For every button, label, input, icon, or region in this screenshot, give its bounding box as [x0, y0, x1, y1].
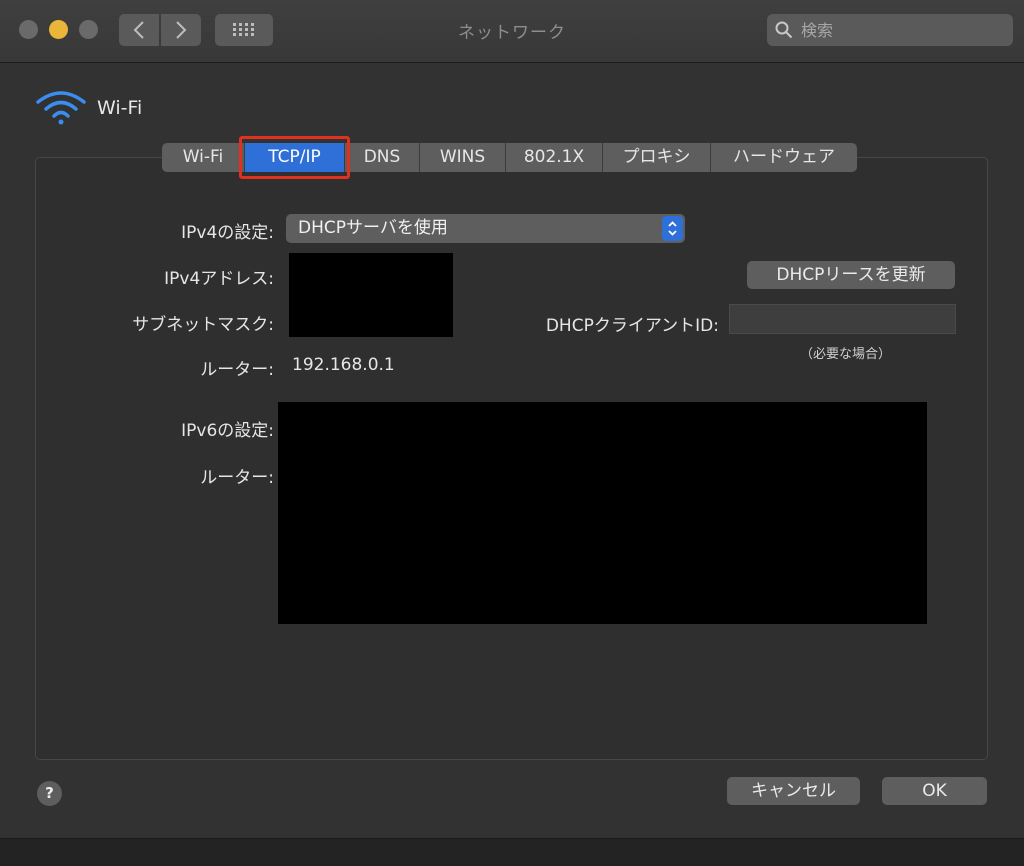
close-window-button[interactable]: [19, 20, 38, 39]
wifi-icon: [36, 91, 86, 125]
search-icon: [775, 21, 793, 39]
tab-proxies[interactable]: プロキシ: [603, 143, 711, 172]
search-box[interactable]: [767, 14, 1013, 46]
ipv4-router-value: 192.168.0.1: [292, 355, 395, 375]
tab-dns[interactable]: DNS: [345, 143, 420, 172]
title-bar: ネットワーク: [0, 0, 1024, 63]
forward-button[interactable]: [161, 14, 201, 46]
tab-8021x[interactable]: 802.1X: [506, 143, 603, 172]
dhcp-client-id-field[interactable]: [729, 304, 956, 334]
window-title: ネットワーク: [458, 23, 566, 43]
redacted-ipv4-values: [289, 253, 453, 337]
ipv4-config-select[interactable]: DHCPサーバを使用: [286, 214, 685, 243]
help-button[interactable]: ?: [37, 781, 62, 806]
search-input[interactable]: [799, 19, 1003, 41]
tab-hardware[interactable]: ハードウェア: [711, 143, 857, 172]
ipv4-config-label: IPv4の設定:: [181, 223, 274, 243]
ipv4-address-label: IPv4アドレス:: [164, 269, 274, 289]
redacted-ipv6-values: [278, 402, 927, 624]
service-header: Wi-Fi: [35, 90, 142, 126]
service-name: Wi-Fi: [97, 97, 143, 119]
network-window: ネットワーク Wi-Fi Wi-Fi TCP/IP DNS WINS 802.1…: [0, 0, 1024, 839]
ipv4-config-value: DHCPサーバを使用: [298, 218, 448, 238]
ipv6-router-label: ルーター:: [200, 468, 274, 488]
ipv4-router-label: ルーター:: [200, 360, 274, 380]
chevron-right-icon: [176, 21, 187, 39]
tab-bar: Wi-Fi TCP/IP DNS WINS 802.1X プロキシ ハードウェア: [162, 136, 857, 179]
ipv6-config-label: IPv6の設定:: [181, 421, 274, 441]
cancel-button[interactable]: キャンセル: [727, 777, 860, 805]
dhcp-client-id-label: DHCPクライアントID:: [545, 316, 719, 336]
grid-icon: [233, 23, 254, 36]
chevron-left-icon: [133, 21, 144, 39]
zoom-window-button[interactable]: [79, 20, 98, 39]
popup-stepper-icon: [662, 216, 683, 241]
tab-wifi[interactable]: Wi-Fi: [162, 143, 245, 172]
subnet-mask-label: サブネットマスク:: [132, 315, 274, 335]
back-button[interactable]: [119, 14, 159, 46]
show-all-button[interactable]: [215, 14, 273, 46]
dhcp-client-id-hint: （必要な場合）: [800, 347, 892, 362]
ok-button[interactable]: OK: [882, 777, 987, 805]
minimize-window-button[interactable]: [49, 20, 68, 39]
tab-wins[interactable]: WINS: [420, 143, 506, 172]
renew-dhcp-lease-button[interactable]: DHCPリースを更新: [747, 261, 955, 289]
tab-tcpip[interactable]: TCP/IP: [239, 136, 350, 179]
